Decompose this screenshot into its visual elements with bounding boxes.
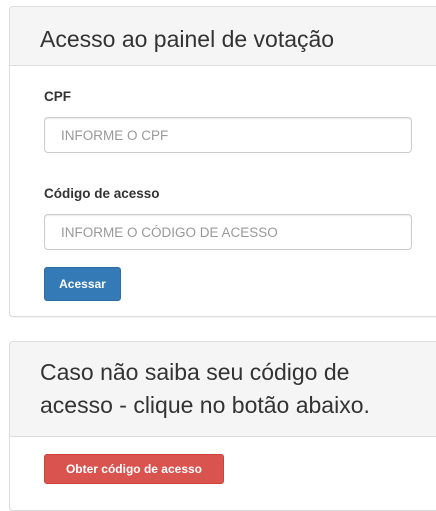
access-button[interactable]: Acessar [44, 267, 121, 301]
login-panel-heading: Acesso ao painel de votação [10, 7, 436, 66]
get-code-title-line-1: Caso não saiba seu código de [40, 359, 350, 385]
get-code-panel-heading: Caso não saiba seu código de acesso - cl… [10, 342, 436, 437]
cpf-input[interactable] [44, 117, 412, 153]
login-panel-title: Acesso ao painel de votação [40, 26, 335, 52]
cpf-label: CPF [44, 89, 71, 104]
login-panel: Acesso ao painel de votação CPF Código d… [9, 6, 436, 317]
get-access-code-button[interactable]: Obter código de acesso [44, 454, 224, 484]
get-code-panel: Caso não saiba seu código de acesso - cl… [9, 341, 436, 511]
access-code-input[interactable] [44, 214, 412, 250]
access-code-label: Código de acesso [44, 186, 160, 201]
get-code-title-line-2: acesso - clique no botão abaixo. [40, 392, 370, 418]
